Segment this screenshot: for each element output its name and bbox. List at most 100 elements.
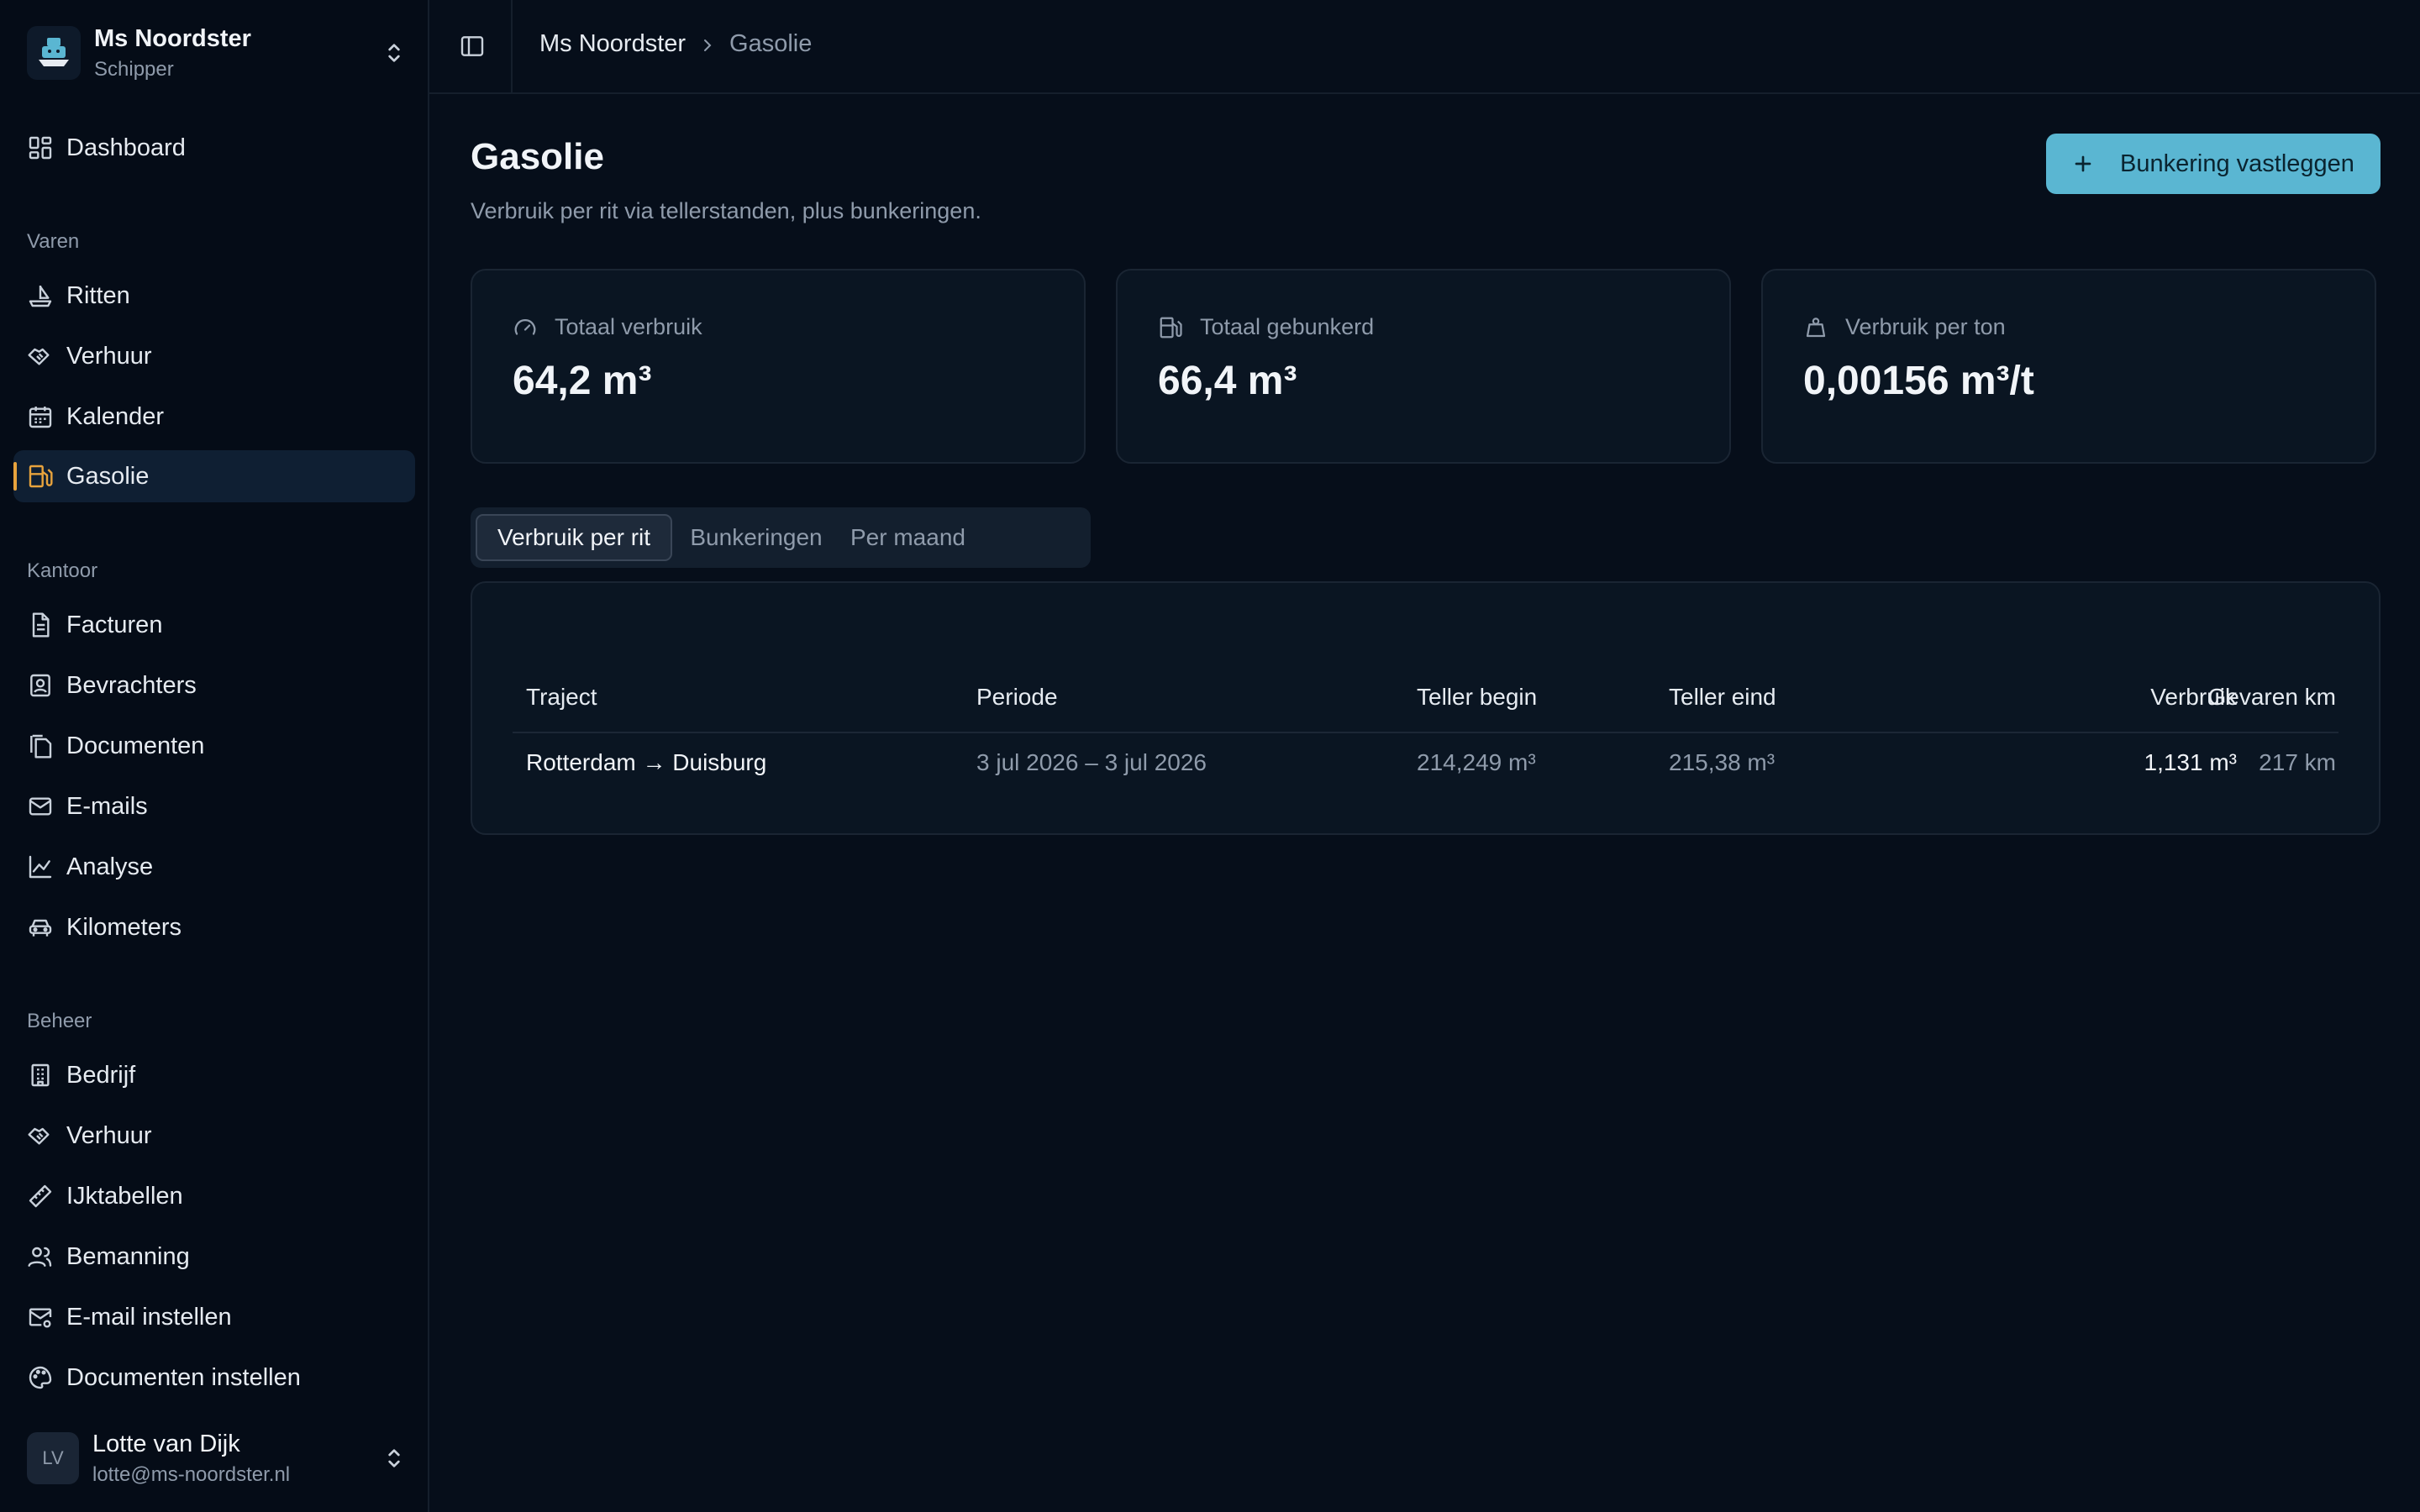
account-name: Ms Noordster [94,24,251,52]
user-name: Lotte van Dijk [92,1430,240,1457]
nav-emails[interactable]: E-mails [13,780,415,832]
cell-gevaren-km: 217 km [2259,749,2336,775]
nav-label: Kalender [66,402,165,430]
file-text-icon [27,612,54,638]
line-chart-icon [27,853,54,880]
nav-facturen[interactable]: Facturen [13,599,415,651]
stat-card-totaal-gebunkerd: Totaal gebunkerd 66,4 m³ [1116,269,1731,464]
cell-teller-begin: 214,249 m³ [1417,749,1536,775]
page-subtitle: Verbruik per rit via tellerstanden, plus… [471,198,981,223]
stat-value: 66,4 m³ [1158,359,1297,403]
main-content: Ms Noordster Gasolie Gasolie Verbruik pe… [429,0,2420,1512]
dashboard-icon [27,134,54,161]
chevron-right-icon [697,34,718,55]
nav-verhuur[interactable]: Verhuur [13,330,415,382]
nav-label: E-mails [66,792,148,820]
nav-email-instellen[interactable]: E-mail instellen [13,1291,415,1343]
nav-documenten[interactable]: Documenten [13,720,415,772]
topbar-divider [511,0,513,92]
ruler-icon [27,1183,54,1210]
tab-bunkeringen[interactable]: Bunkeringen [682,514,830,561]
nav-label: Gasolie [66,462,150,490]
nav-label: E-mail instellen [66,1303,232,1331]
table-divider [513,732,2338,733]
mail-settings-icon [27,1304,54,1331]
column-header-teller-begin: Teller begin [1417,684,1538,710]
mail-icon [27,793,54,820]
stat-value: 0,00156 m³/t [1803,359,2034,403]
group-label-varen: Varen [27,230,80,253]
user-email: lotte@ms-noordster.nl [92,1462,291,1486]
stat-label: Totaal gebunkerd [1200,314,1375,339]
nav-label: Bemanning [66,1242,190,1270]
column-header-teller-eind: Teller eind [1669,684,1776,710]
nav-analyse[interactable]: Analyse [13,841,415,893]
group-label-beheer: Beheer [27,1010,92,1032]
weight-icon [1803,315,1828,340]
nav-bevrachters[interactable]: Bevrachters [13,659,415,711]
cell-traject: Rotterdam → Duisburg [526,749,767,775]
calendar-icon [27,403,54,430]
tab-per-maand[interactable]: Per maand [834,514,1086,561]
column-header-periode: Periode [976,684,1058,710]
nav-kalender[interactable]: Kalender [13,391,415,443]
stat-card-totaal-verbruik: Totaal verbruik 64,2 m³ [471,269,1086,464]
nav-label: Documenten instellen [66,1363,301,1391]
nav-documenten-instellen[interactable]: Documenten instellen [13,1352,415,1404]
ship-icon [27,282,54,309]
nav-label: Facturen [66,611,163,638]
nav-kilometers[interactable]: Kilometers [13,901,415,953]
nav-bemanning[interactable]: Bemanning [13,1231,415,1283]
nav-label: Verhuur [66,1121,152,1149]
gauge-icon [513,315,538,340]
nav-ritten[interactable]: Ritten [13,270,415,322]
handshake-icon [27,343,54,370]
breadcrumb-current: Gasolie [729,30,813,57]
column-header-gevaren-km: Gevaren km [2207,684,2337,710]
breadcrumb-ms-noordster[interactable]: Ms Noordster [539,30,686,58]
cell-periode: 3 jul 2026 – 3 jul 2026 [976,749,1207,775]
plus-icon [2070,150,2096,177]
nav-label: Analyse [66,853,154,880]
stat-card-verbruik-per-ton: Verbruik per ton 0,00156 m³/t [1761,269,2376,464]
fuel-icon [1158,315,1183,340]
account-switcher[interactable]: Ms Noordster Schipper [27,25,408,81]
stat-value: 64,2 m³ [513,359,652,403]
nav-label: Bedrijf [66,1061,136,1089]
tab-list: Verbruik per rit Bunkeringen Per maand [471,507,1091,568]
users-icon [27,1243,54,1270]
nav-label: Dashboard [66,134,186,161]
nav-ijktabellen[interactable]: IJktabellen [13,1170,415,1222]
bunkering-vastleggen-button[interactable]: Bunkering vastleggen [2046,134,2381,194]
cell-teller-eind: 215,38 m³ [1669,749,1776,775]
palette-icon [27,1364,54,1391]
contact-icon [27,672,54,699]
sidebar-toggle-icon[interactable] [459,33,486,60]
stat-label: Verbruik per ton [1845,314,2006,339]
column-header-traject: Traject [526,684,597,710]
nav-gasolie[interactable]: Gasolie [13,450,415,502]
car-icon [27,914,54,941]
nav-label: Bevrachters [66,671,197,699]
files-icon [27,732,54,759]
nav-label: Verhuur [66,342,152,370]
sidebar: Ms Noordster Schipper Dashboard Varen Ri… [0,0,429,1512]
nav-verhuur-beheer[interactable]: Verhuur [13,1110,415,1162]
user-menu[interactable]: LV Lotte van Dijk lotte@ms-noordster.nl [27,1431,408,1486]
nav-dashboard[interactable]: Dashboard [13,122,415,174]
building-icon [27,1062,54,1089]
nav-label: Ritten [66,281,130,309]
consumption-table: Traject Periode Teller begin Teller eind… [471,581,2381,835]
fuel-icon [27,463,54,490]
breadcrumb: Ms Noordster Gasolie [539,30,812,58]
account-role: Schipper [94,57,174,81]
nav-label: IJktabellen [66,1182,183,1210]
button-label: Bunkering vastleggen [2120,150,2354,177]
nav-bedrijf[interactable]: Bedrijf [13,1049,415,1101]
tab-verbruik-per-rit[interactable]: Verbruik per rit [476,514,672,561]
nav-label: Documenten [66,732,205,759]
chevrons-up-down-icon [381,1445,408,1472]
nav-label: Kilometers [66,913,182,941]
group-label-kantoor: Kantoor [27,559,98,582]
avatar: LV [27,1432,79,1484]
